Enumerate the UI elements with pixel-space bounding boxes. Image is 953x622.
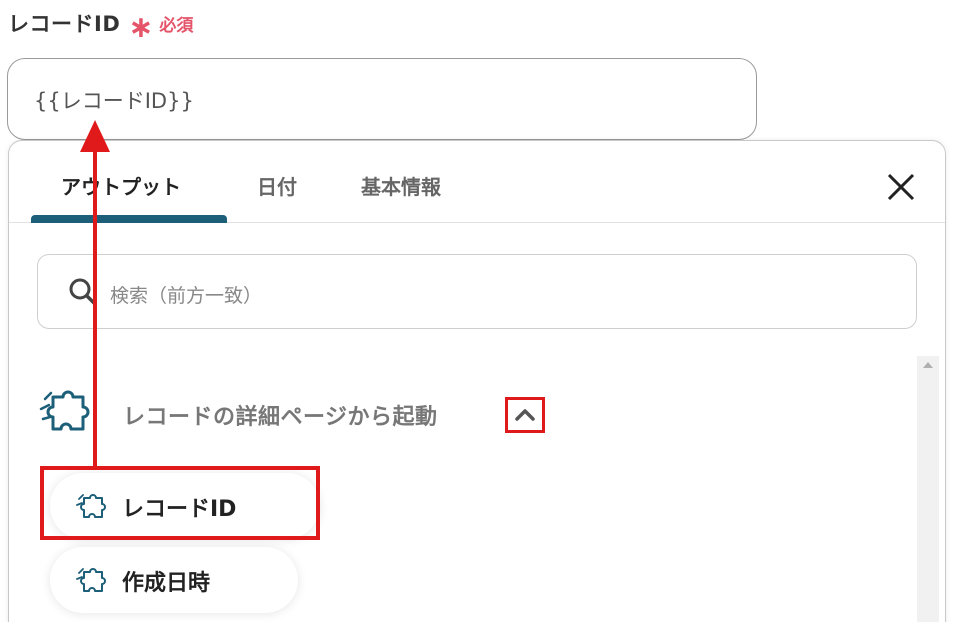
group-title: レコードの詳細ページから起動 [123,405,438,430]
search-icon [69,278,97,306]
scroll-up-arrow[interactable] [923,362,933,368]
search-input[interactable]: 検索（前方一致） [37,254,917,329]
offscreen-edge-content [945,155,953,215]
collapse-toggle[interactable] [505,397,545,433]
annotation-highlight-box [40,466,320,540]
active-tab-indicator [31,215,227,223]
search-placeholder: 検索（前方一致） [110,285,263,307]
record-id-field-label: レコードID ∗ 必須 [8,8,194,43]
record-id-value: {{レコードID}} [34,89,194,113]
chevron-up-icon [515,409,535,421]
field-name: レコードID [8,12,121,36]
tab-basic-info[interactable]: 基本情報 [361,171,441,200]
record-id-input[interactable]: {{レコードID}} [7,58,757,140]
tab-date[interactable]: 日付 [257,171,297,200]
tab-bar: アウトプット 日付 基本情報 [9,141,945,223]
close-icon[interactable] [885,171,917,203]
group-header[interactable]: レコードの詳細ページから起動 [39,385,559,443]
required-badge: 必須 [159,15,194,36]
required-asterisk: ∗ [128,10,154,45]
list-item-created-at[interactable]: 作成日時 [50,547,298,613]
scrollbar[interactable] [917,356,939,622]
puzzle-icon [76,568,106,592]
tab-output[interactable]: アウトプット [61,171,181,200]
item-label: 作成日時 [122,571,211,596]
puzzle-icon [39,390,90,431]
